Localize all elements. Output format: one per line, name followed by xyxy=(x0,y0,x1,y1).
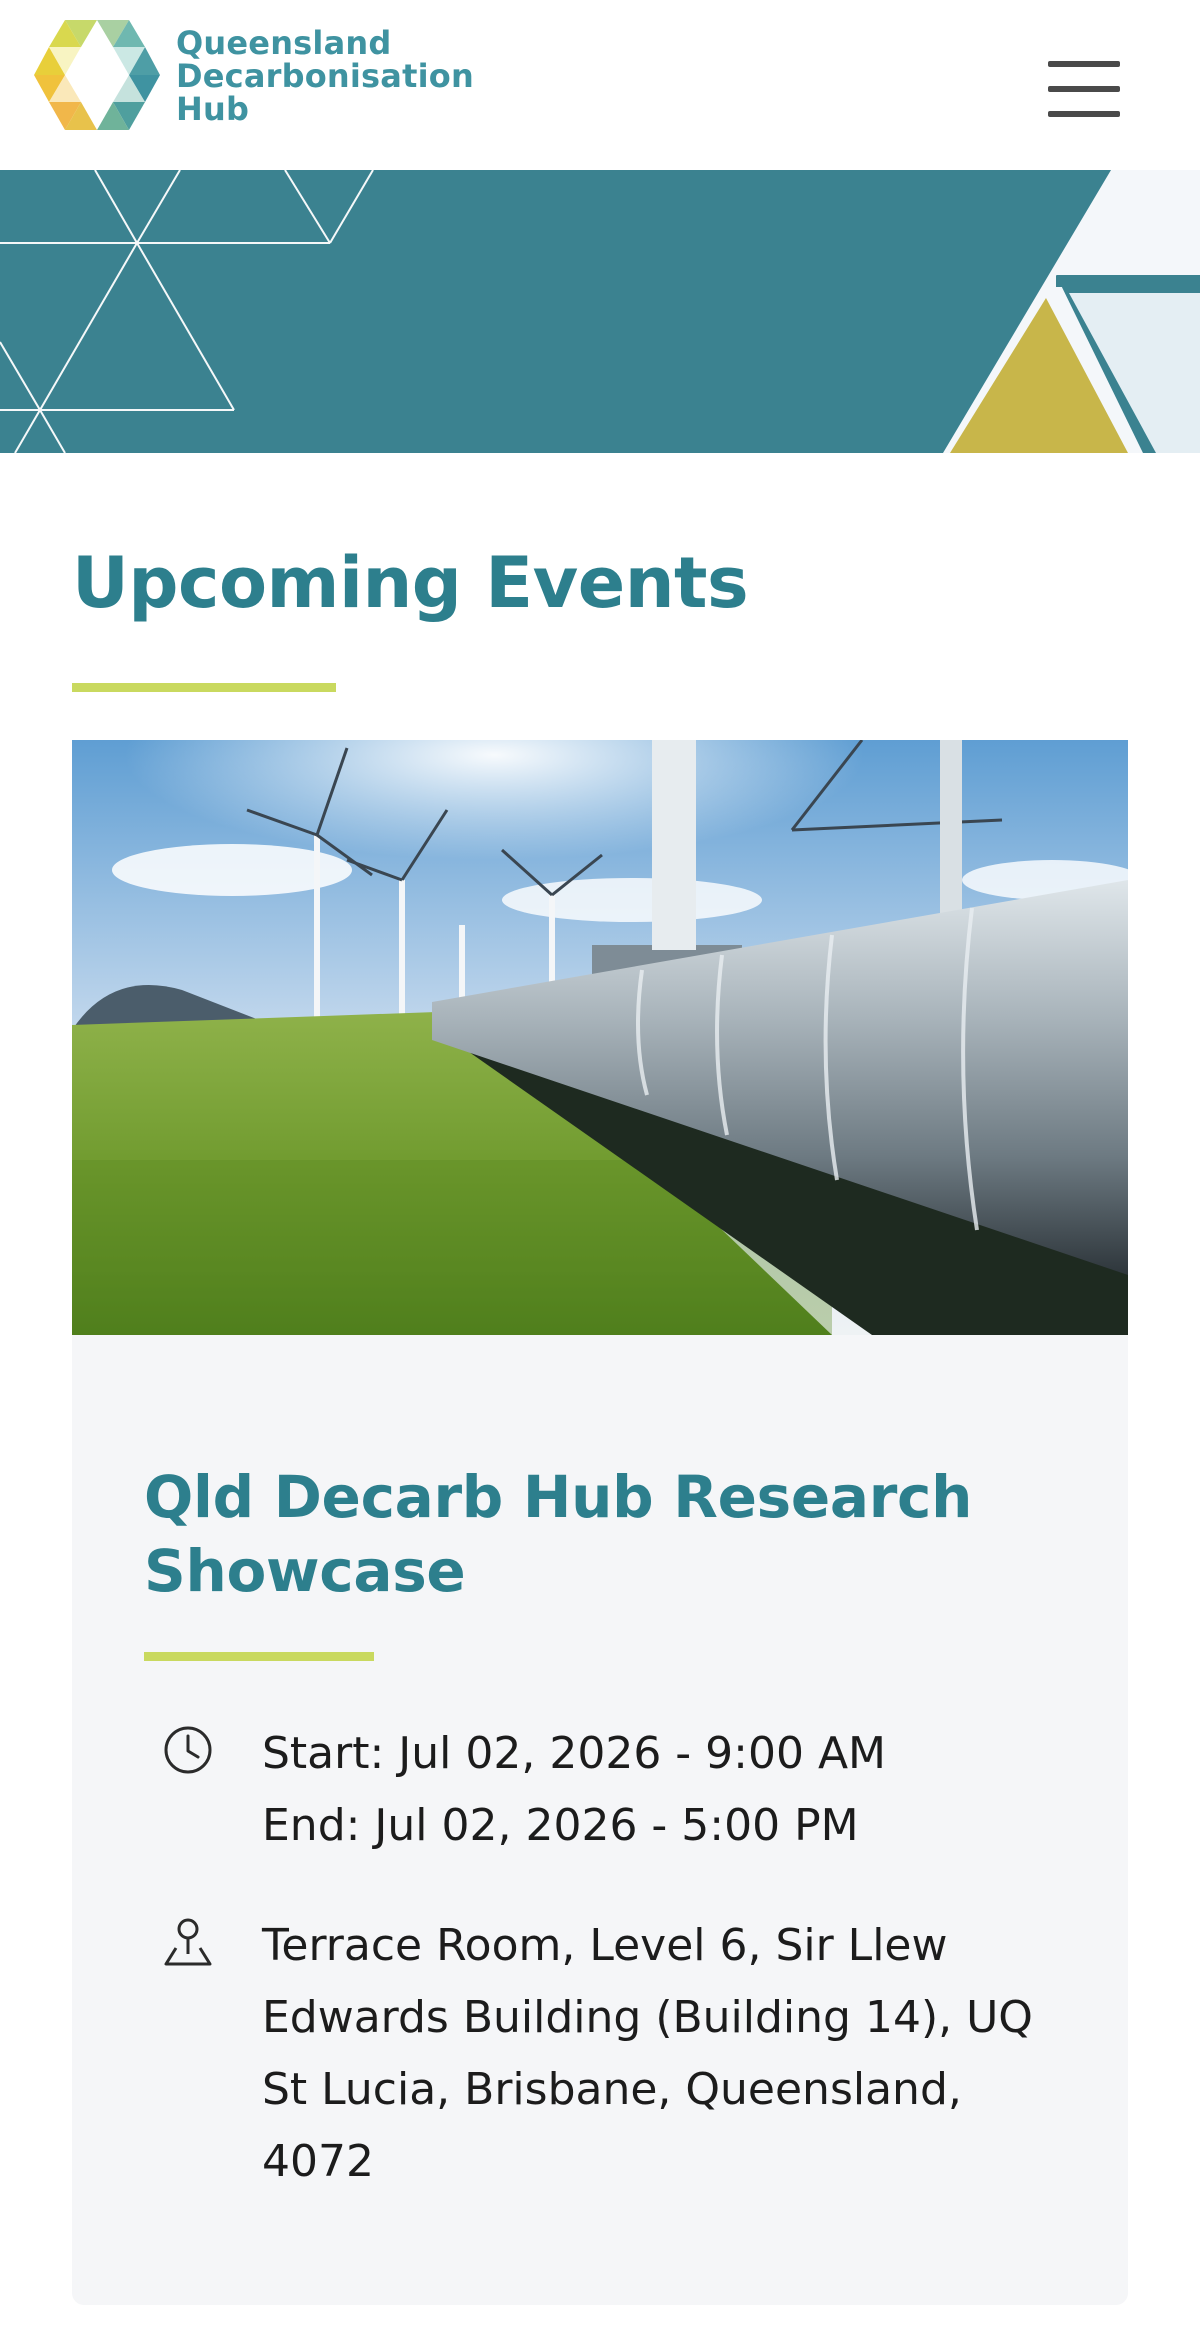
logo-line-2: Decarbonisation xyxy=(176,56,474,95)
clock-icon xyxy=(164,1726,212,1774)
site-logo[interactable]: Queensland Decarbonisation Hub xyxy=(34,20,474,130)
menu-bar xyxy=(1048,86,1120,92)
menu-bar xyxy=(1048,111,1120,117)
header-banner xyxy=(0,170,1200,453)
map-pin-icon xyxy=(164,1918,212,1966)
event-location-text: Terrace Room, Level 6, Sir Llew Edwards … xyxy=(262,1920,1033,2187)
event-title-underline xyxy=(144,1652,374,1661)
hexagon-logo-icon xyxy=(34,20,160,130)
event-time: Start: Jul 02, 2026 - 9:00 AM End: Jul 0… xyxy=(162,1718,886,1862)
logo-line-3: Hub xyxy=(176,89,250,128)
event-card[interactable]: Qld Decarb Hub Research Showcase Start: … xyxy=(72,740,1128,2305)
event-time-text: Start: Jul 02, 2026 - 9:00 AM End: Jul 0… xyxy=(262,1718,886,1862)
logo-wordmark: Queensland Decarbonisation Hub xyxy=(176,23,474,128)
menu-bar xyxy=(1048,61,1120,67)
event-title[interactable]: Qld Decarb Hub Research Showcase xyxy=(144,1460,1044,1608)
title-underline xyxy=(72,683,336,692)
event-image[interactable] xyxy=(72,740,1128,1335)
hamburger-menu-icon[interactable] xyxy=(1048,58,1126,120)
logo-line-1: Queensland xyxy=(176,23,392,62)
event-start: Start: Jul 02, 2026 - 9:00 AM xyxy=(262,1728,887,1779)
event-location: Terrace Room, Level 6, Sir Llew Edwards … xyxy=(162,1910,1052,2198)
site-header: Queensland Decarbonisation Hub xyxy=(0,0,1200,170)
page-title: Upcoming Events xyxy=(72,542,749,624)
event-end: End: Jul 02, 2026 - 5:00 PM xyxy=(262,1800,859,1851)
